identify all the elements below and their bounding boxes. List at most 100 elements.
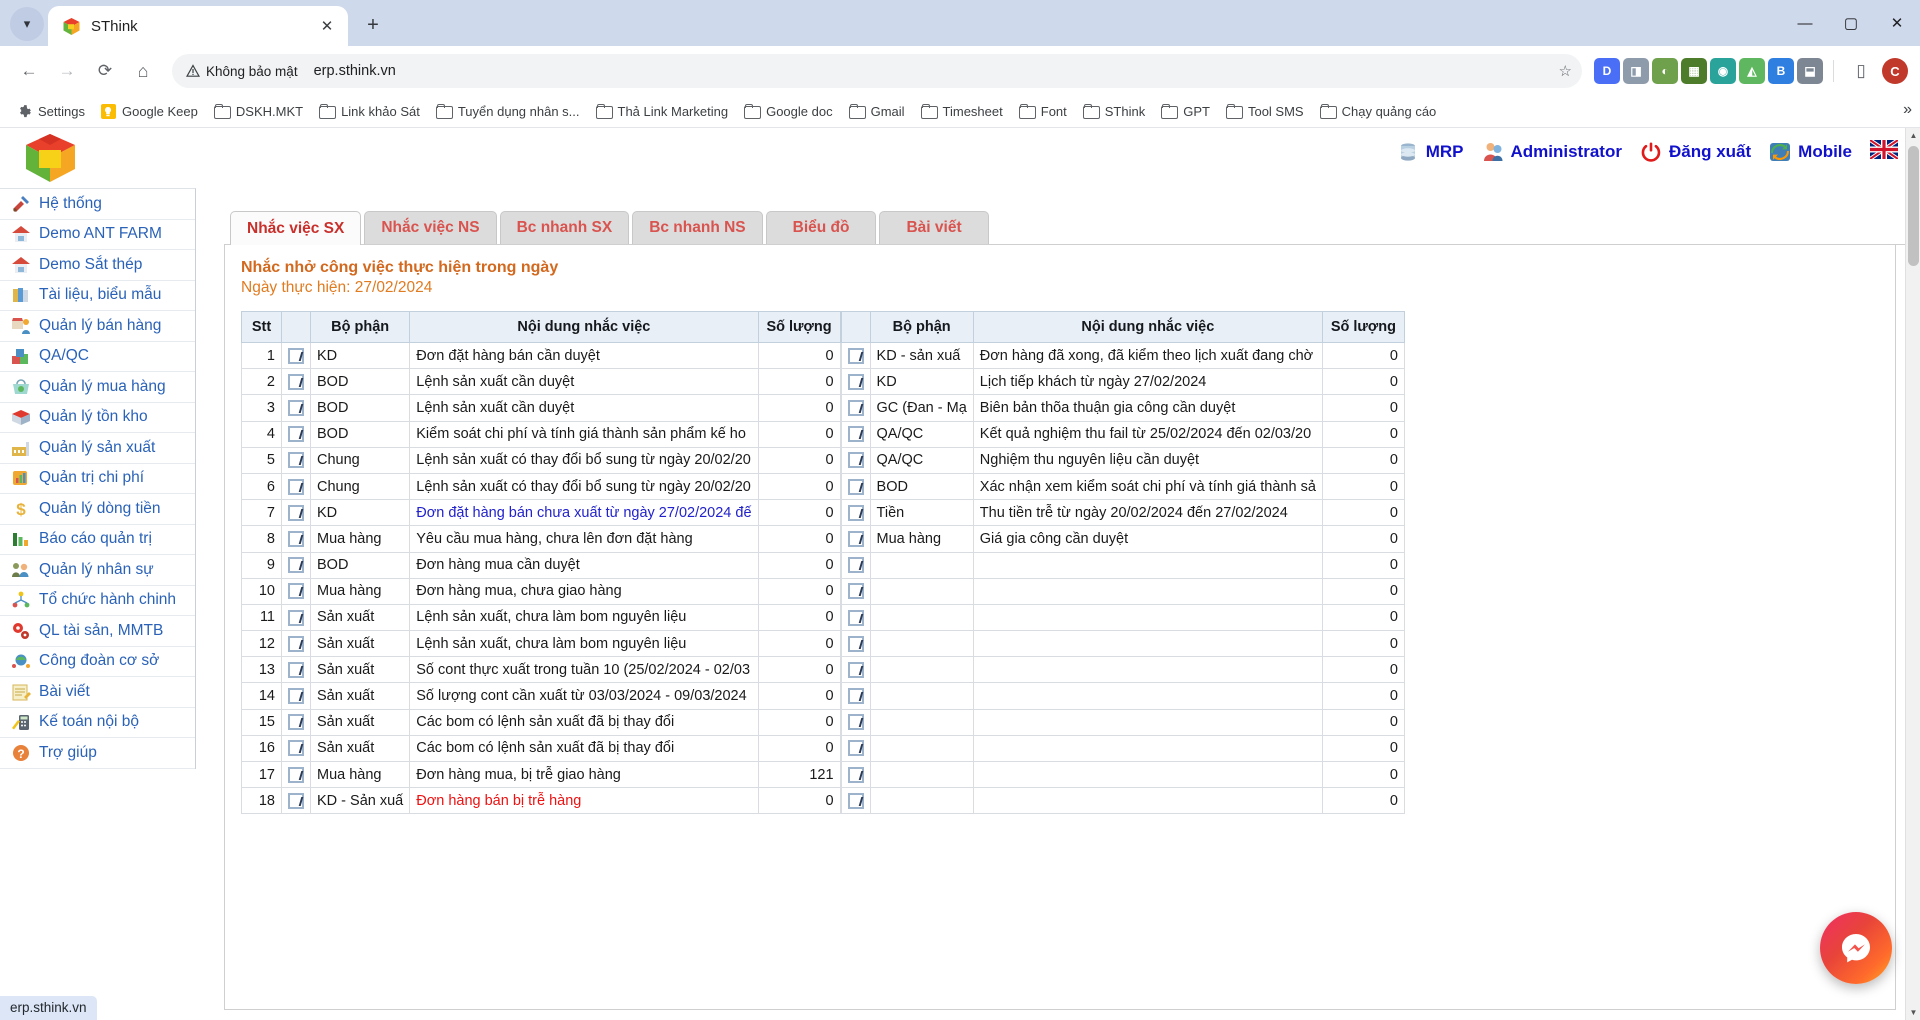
sidebar-item-bai-viet[interactable]: Bài viết	[0, 677, 195, 708]
row-checkbox-cell[interactable]	[840, 603, 871, 632]
cell-noi-dung[interactable]: Số cont thực xuất trong tuần 10 (25/02/2…	[409, 656, 759, 684]
row-checkbox-cell[interactable]	[840, 368, 871, 396]
sidebar-item-bao-cao-quan-tri[interactable]: Báo cáo quản trị	[0, 525, 195, 555]
row-checkbox-cell[interactable]	[281, 341, 311, 370]
bookmarks-overflow-icon[interactable]: »	[1903, 101, 1912, 119]
close-window-icon[interactable]: ✕	[1874, 0, 1920, 46]
table-row[interactable]: 0	[840, 734, 1405, 763]
row-checkbox-cell[interactable]	[281, 630, 311, 658]
row-checkbox-cell[interactable]	[840, 394, 871, 422]
sidebar-item-cong-doan-co-so[interactable]: Công đoàn cơ sở	[0, 647, 195, 677]
bookmark-font[interactable]: Font	[1012, 101, 1074, 122]
table-row[interactable]: QA/QC Nghiệm thu nguyên liệu cần duyệt 0	[840, 446, 1405, 474]
table-row[interactable]: KD Lịch tiếp khách từ ngày 27/02/2024 0	[840, 368, 1405, 396]
sidebar-item-quan-ly-mua-hang[interactable]: Quản lý mua hàng	[0, 372, 195, 403]
page-scrollbar[interactable]: ▲ ▼	[1905, 128, 1920, 1020]
row-checkbox-cell[interactable]	[840, 656, 871, 684]
row-checkbox-cell[interactable]	[840, 734, 871, 763]
checkbox-icon[interactable]	[288, 504, 304, 521]
address-bar[interactable]: Không bảo mật erp.sthink.vn ☆	[172, 54, 1582, 88]
checkbox-icon[interactable]	[288, 373, 304, 390]
table-row[interactable]: 8 Mua hàng Yêu cầu mua hàng, chưa lên đơn …	[241, 525, 841, 553]
cell-noi-dung[interactable]: Kiểm soát chi phí và tính giá thành sản …	[409, 420, 759, 448]
row-checkbox-cell[interactable]	[281, 525, 311, 553]
table-row[interactable]: 12 Sản xuất Lệnh sản xuất, chưa làm bom ng…	[241, 630, 841, 658]
table-row[interactable]: 15 Sản xuất Các bom có lệnh sản xuất đã bị…	[241, 708, 841, 736]
browser-tab[interactable]: SThink ✕	[48, 6, 348, 46]
extension-icon-8[interactable]: ⬓	[1797, 58, 1823, 84]
cell-noi-dung[interactable]: Thu tiền trễ từ ngày 20/02/2024 đến 27/0…	[972, 499, 1323, 527]
header-link-logout[interactable]: Đăng xuất	[1640, 141, 1751, 163]
table-row[interactable]: 18 KD - Sản xuấ Đơn hàng bán bị trễ hàng 0	[241, 787, 841, 815]
cell-noi-dung[interactable]	[972, 630, 1323, 658]
row-checkbox-cell[interactable]	[281, 760, 311, 789]
tab-nhac-viec-sx[interactable]: Nhắc việc SX	[230, 211, 362, 245]
table-row[interactable]: 9 BOD Đơn hàng mua cần duyệt 0	[241, 551, 841, 579]
extension-icon-5[interactable]: ◉	[1710, 58, 1736, 84]
cell-noi-dung[interactable]: Xác nhận xem kiểm soát chi phí và tính g…	[972, 472, 1323, 501]
row-checkbox-cell[interactable]	[281, 394, 311, 422]
table-row[interactable]: 6 Chung Lệnh sản xuất có thay đổi bổ sung …	[241, 472, 841, 501]
bookmark-chay-quang-cao[interactable]: Chạy quảng cáo	[1313, 101, 1444, 122]
table-row[interactable]: Mua hàng Giá gia công cần duyệt 0	[840, 525, 1405, 553]
table-row[interactable]: 13 Sản xuất Số cont thực xuất trong tuần 1…	[241, 656, 841, 684]
cell-noi-dung[interactable]: Các bom có lệnh sản xuất đã bị thay đổi	[409, 708, 759, 736]
close-tab-icon[interactable]: ✕	[316, 15, 338, 37]
checkbox-icon[interactable]	[288, 557, 304, 574]
extension-icon-1[interactable]: D	[1594, 58, 1620, 84]
checkbox-icon[interactable]	[847, 792, 864, 809]
maximize-icon[interactable]: ▢	[1828, 0, 1874, 46]
checkbox-icon[interactable]	[288, 400, 304, 417]
row-checkbox-cell[interactable]	[840, 446, 871, 474]
checkbox-icon[interactable]	[847, 347, 864, 364]
cell-noi-dung[interactable]	[972, 787, 1323, 815]
tab-bc-nhanh-sx[interactable]: Bc nhanh SX	[499, 211, 630, 244]
row-checkbox-cell[interactable]	[281, 577, 311, 605]
cell-noi-dung[interactable]: Lệnh sản xuất có thay đổi bổ sung từ ngà…	[409, 446, 759, 474]
checkbox-icon[interactable]	[288, 347, 304, 364]
row-checkbox-cell[interactable]	[840, 577, 871, 605]
cell-noi-dung[interactable]	[972, 577, 1323, 605]
checkbox-icon[interactable]	[288, 661, 304, 678]
sidebar-item-demo-ant-farm[interactable]: Demo ANT FARM	[0, 220, 195, 250]
checkbox-icon[interactable]	[847, 714, 864, 731]
checkbox-icon[interactable]	[288, 426, 304, 443]
table-row[interactable]: 11 Sản xuất Lệnh sản xuất, chưa làm bom ng…	[241, 603, 841, 632]
table-row[interactable]: 14 Sản xuất Số lượng cont cần xuất từ 03/0…	[241, 682, 841, 710]
scrollbar-thumb[interactable]	[1908, 146, 1919, 266]
minimize-icon[interactable]: —	[1782, 0, 1828, 46]
checkbox-icon[interactable]	[847, 400, 864, 417]
cell-noi-dung[interactable]	[972, 760, 1323, 789]
checkbox-icon[interactable]	[847, 609, 864, 626]
cell-noi-dung[interactable]: Lệnh sản xuất, chưa làm bom nguyên liệu	[409, 630, 759, 658]
checkbox-icon[interactable]	[288, 714, 304, 731]
table-row[interactable]: 3 BOD Lệnh sản xuất cần duyệt 0	[241, 394, 841, 422]
tab-nhac-viec-ns[interactable]: Nhắc việc NS	[364, 211, 497, 244]
scroll-down-icon[interactable]: ▼	[1906, 1005, 1920, 1020]
home-icon[interactable]: ⌂	[126, 54, 160, 88]
sidebar-item-quan-ly-dong-tien[interactable]: $ Quản lý dòng tiền	[0, 494, 195, 525]
sidebar-item-ke-toan-noi-bo[interactable]: Kế toán nội bộ	[0, 708, 195, 738]
cell-noi-dung[interactable]: Đơn hàng mua, bị trễ giao hàng	[409, 760, 759, 789]
row-checkbox-cell[interactable]	[840, 420, 871, 448]
tab-bieu-do[interactable]: Biểu đồ	[765, 211, 877, 244]
table-row[interactable]: 0	[840, 787, 1405, 815]
bookmark-tha-link-marketing[interactable]: Thả Link Marketing	[589, 101, 736, 122]
row-checkbox-cell[interactable]	[840, 525, 871, 553]
table-row[interactable]: 17 Mua hàng Đơn hàng mua, bị trễ giao hàng…	[241, 760, 841, 789]
row-checkbox-cell[interactable]	[281, 551, 311, 579]
sidebar-item-demo-sat-thep[interactable]: Demo Sắt thép	[0, 250, 195, 281]
extension-icon-7[interactable]: B	[1768, 58, 1794, 84]
table-row[interactable]: GC (Đan - Mạ Biên bản thõa thuận gia công…	[840, 394, 1405, 422]
checkbox-icon[interactable]	[847, 530, 864, 547]
scroll-up-icon[interactable]: ▲	[1906, 128, 1920, 143]
sidebar-item-he-thong[interactable]: Hệ thống	[0, 189, 195, 220]
tab-bc-nhanh-ns[interactable]: Bc nhanh NS	[632, 211, 763, 244]
security-indicator[interactable]: Không bảo mật	[186, 64, 298, 79]
table-row[interactable]: 7 KD Đơn đặt hàng bán chưa xuất từ ngày 27…	[241, 499, 841, 527]
forward-icon[interactable]: →	[50, 54, 84, 88]
row-checkbox-cell[interactable]	[281, 499, 311, 527]
messenger-chat-button[interactable]	[1820, 912, 1892, 984]
row-checkbox-cell[interactable]	[840, 551, 871, 579]
cell-noi-dung[interactable]: Lệnh sản xuất cần duyệt	[409, 394, 759, 422]
